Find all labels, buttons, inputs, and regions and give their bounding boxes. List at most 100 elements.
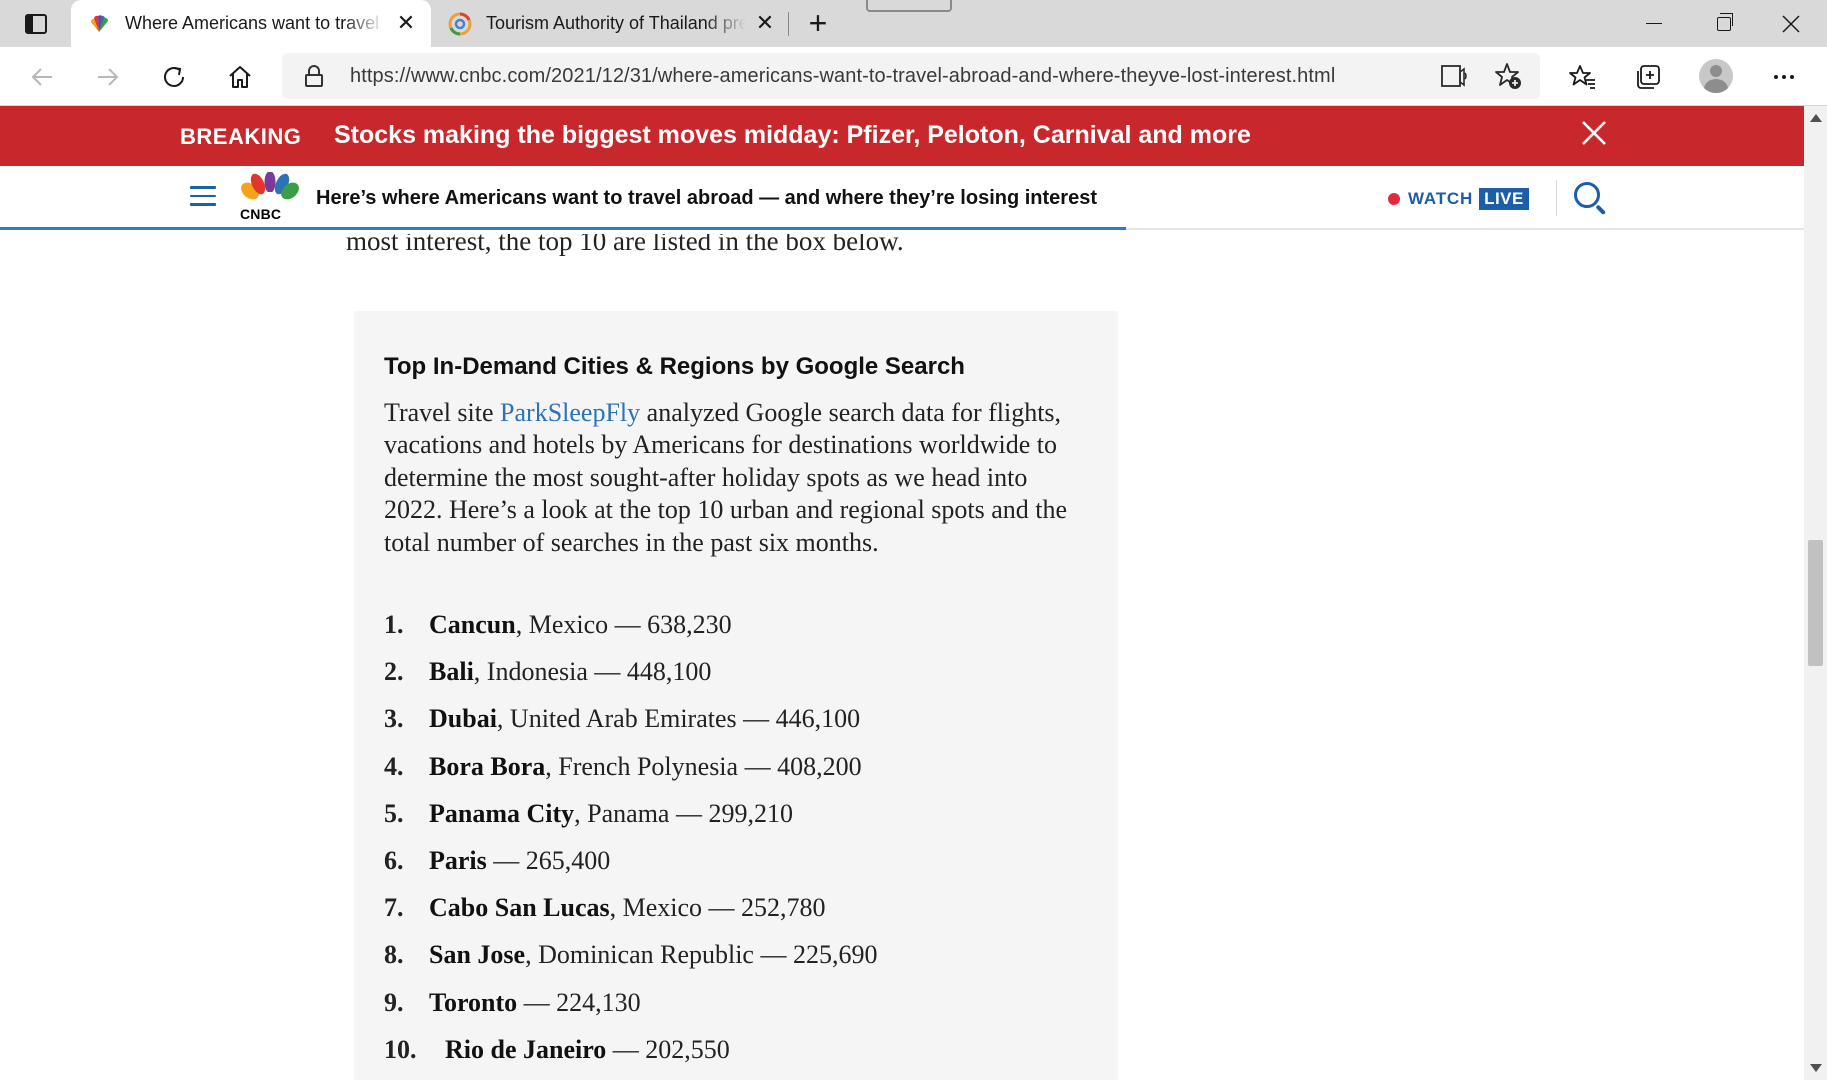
add-favorite-button[interactable] xyxy=(1494,62,1522,90)
rank-number: 4. xyxy=(384,751,404,781)
forward-arrow-icon xyxy=(98,68,119,86)
destination-list: 1. Cancun , Mexico — 638,230 2. Bali, Indon… xyxy=(384,601,1084,1073)
rank-number: 5. xyxy=(384,798,404,828)
scroll-up-icon[interactable] xyxy=(1810,114,1822,122)
breaking-news-banner[interactable]: BREAKING Stocks making the biggest moves… xyxy=(0,106,1804,166)
box-intro: Travel site ParkSleepFly analyzed Google… xyxy=(384,397,1084,559)
tab-strip: Where Americans want to travel abroad an… xyxy=(0,0,1827,47)
reload-icon xyxy=(164,67,184,87)
page-scrollbar[interactable] xyxy=(1804,106,1827,1080)
list-item: 6. Paris — 265,400 xyxy=(384,837,1084,884)
header-divider xyxy=(1556,180,1557,216)
list-item: 5. Panama City, Panama — 299,210 xyxy=(384,790,1084,837)
tab-close-icon[interactable]: ✕ xyxy=(395,12,417,34)
city-name: Cancun xyxy=(429,610,516,639)
search-count: — 265,400 xyxy=(486,845,611,875)
list-item: 7. Cabo San Lucas, Mexico — 252,780 xyxy=(384,884,1084,931)
city-name: Toronto xyxy=(429,987,518,1017)
search-count: — 225,690 xyxy=(753,940,878,970)
region-name: , French Polynesia xyxy=(545,751,739,781)
back-arrow-icon xyxy=(31,68,52,86)
region-name: , United Arab Emirates xyxy=(496,704,737,734)
address-bar[interactable]: https://www.cnbc.com/2021/12/31/where-am… xyxy=(282,53,1540,99)
rank-number: 6. xyxy=(384,845,404,875)
region-name: , Panama xyxy=(574,798,670,828)
tab-title: Where Americans want to travel abroad an… xyxy=(125,13,385,33)
reload-button[interactable] xyxy=(158,61,190,93)
cnbc-logo[interactable]: CNBC xyxy=(238,172,302,222)
search-count: — 408,200 xyxy=(738,751,862,781)
reading-progress-bar xyxy=(0,227,1126,230)
top-destinations-box: Top In-Demand Cities & Regions by Google… xyxy=(354,311,1118,1080)
scroll-thumb[interactable] xyxy=(1808,540,1823,666)
city-name: Paris xyxy=(429,845,487,875)
more-menu-button[interactable] xyxy=(1768,61,1800,93)
region-name: , Dominican Republic xyxy=(525,940,754,970)
close-icon xyxy=(1582,121,1606,145)
tab-thailand-tourism[interactable]: Tourism Authority of Thailand press rele… xyxy=(432,0,790,47)
logo-wordmark: CNBC xyxy=(240,206,282,222)
article-paragraph-clipped: most interest, the top 10 are listed in … xyxy=(346,226,904,256)
breaking-label: BREAKING xyxy=(180,124,302,149)
search-button[interactable] xyxy=(1572,180,1608,216)
tab-actions-icon xyxy=(25,14,47,34)
tab-close-icon[interactable]: ✕ xyxy=(754,12,776,34)
search-count: — 446,100 xyxy=(736,704,861,734)
page-viewport: most interest, the top 10 are listed in … xyxy=(0,106,1804,1080)
immersive-reader-button[interactable] xyxy=(1440,62,1468,90)
close-window-button[interactable] xyxy=(1757,0,1825,47)
scroll-down-icon[interactable] xyxy=(1810,1064,1822,1072)
city-name: Dubai xyxy=(429,704,497,734)
list-item: 2. Bali, Indonesia — 448,100 xyxy=(384,648,1084,695)
city-name: Panama City xyxy=(429,798,575,828)
city-name: Rio de Janeiro xyxy=(445,1034,607,1064)
close-banner-button[interactable] xyxy=(1576,116,1612,152)
search-count: — 224,130 xyxy=(517,987,641,1017)
home-icon xyxy=(229,66,251,88)
new-tab-button[interactable]: + xyxy=(802,7,834,40)
search-icon xyxy=(1574,182,1600,208)
sticky-header: CNBC Here’s where Americans want to trav… xyxy=(0,166,1804,230)
parksleepfly-link[interactable]: ParkSleepFly xyxy=(500,398,640,427)
rank-number: 9. xyxy=(384,987,404,1017)
browser-toolbar: https://www.cnbc.com/2021/12/31/where-am… xyxy=(0,47,1827,106)
region-name: , Indonesia xyxy=(473,657,588,687)
restore-icon xyxy=(1717,12,1733,31)
restore-button[interactable] xyxy=(1690,0,1758,47)
tab-actions-button[interactable] xyxy=(18,10,54,38)
forward-button[interactable] xyxy=(92,61,124,93)
tab-separator xyxy=(788,12,789,36)
home-button[interactable] xyxy=(224,61,256,93)
minimize-button[interactable] xyxy=(1620,0,1688,47)
favorites-icon xyxy=(1569,65,1595,89)
breaking-headline-link[interactable]: Stocks making the biggest moves midday: … xyxy=(334,121,1251,150)
rank-number: 1. xyxy=(384,610,404,639)
profile-icon[interactable] xyxy=(1699,59,1733,93)
chrome-style-icon xyxy=(448,12,472,35)
search-count: — 448,100 xyxy=(587,657,712,687)
region-name: , Mexico xyxy=(609,893,703,923)
rank-number: 2. xyxy=(384,657,404,687)
rank-number: 3. xyxy=(384,704,404,734)
search-count: — 638,230 xyxy=(608,610,732,639)
collections-button[interactable] xyxy=(1632,61,1664,93)
address-url[interactable]: https://www.cnbc.com/2021/12/31/where-am… xyxy=(350,65,1335,88)
nbc-peacock-icon xyxy=(241,172,299,204)
live-dot-icon xyxy=(1388,193,1400,205)
article-title: Here’s where Americans want to travel ab… xyxy=(316,187,1097,209)
favorites-button[interactable] xyxy=(1566,61,1598,93)
lock-icon[interactable] xyxy=(304,65,324,87)
window-drag-handle[interactable] xyxy=(866,0,952,12)
tab-cnbc-article[interactable]: Where Americans want to travel abroad an… xyxy=(71,0,431,47)
close-icon xyxy=(1782,14,1800,33)
rank-number: 10. xyxy=(384,1034,417,1064)
search-count: — 202,550 xyxy=(606,1034,730,1064)
city-name: Bora Bora xyxy=(429,751,546,781)
city-name: Bali xyxy=(429,657,474,687)
list-item: 1. Cancun, Mexico — 638,230 xyxy=(384,601,1084,648)
search-count: — 299,210 xyxy=(669,798,793,828)
back-button[interactable] xyxy=(26,61,58,93)
menu-button[interactable] xyxy=(190,186,216,208)
rank-number: 8. xyxy=(384,940,404,970)
watch-live-button[interactable]: WATCH LIVE xyxy=(1388,188,1529,210)
